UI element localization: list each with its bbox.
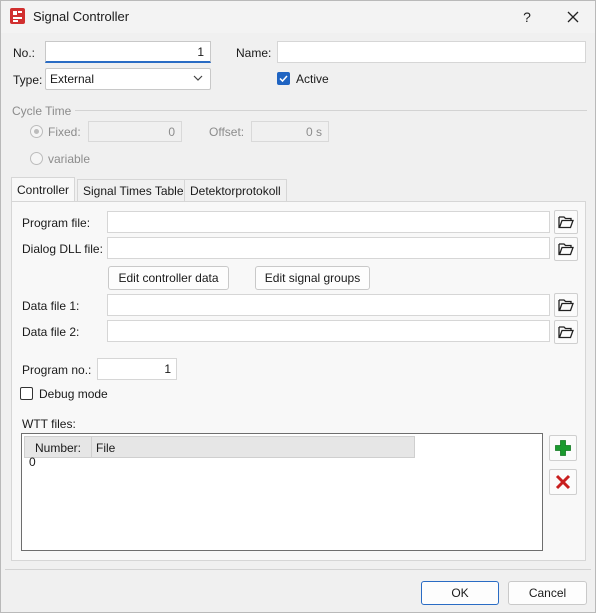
data-file1-browse-button[interactable] bbox=[554, 293, 578, 317]
folder-open-icon bbox=[558, 216, 574, 229]
program-no-value: 1 bbox=[164, 362, 171, 376]
wtt-column-file-label: File bbox=[96, 441, 116, 455]
program-file-browse-button[interactable] bbox=[554, 210, 578, 234]
data-file2-label: Data file 2: bbox=[22, 325, 80, 339]
edit-signal-groups-button[interactable]: Edit signal groups bbox=[255, 266, 370, 290]
offset-field[interactable]: 0 s bbox=[251, 121, 329, 142]
checkmark-icon bbox=[279, 75, 288, 83]
fixed-label: Fixed: bbox=[48, 125, 81, 139]
program-no-label: Program no.: bbox=[22, 363, 92, 377]
signal-controller-dialog: Signal Controller ? No.: 1 Name: Type: E… bbox=[0, 0, 596, 613]
tab-controller[interactable]: Controller bbox=[11, 177, 76, 201]
program-file-field[interactable] bbox=[107, 211, 550, 233]
data-file2-field[interactable] bbox=[107, 320, 550, 342]
data-file1-label: Data file 1: bbox=[22, 299, 80, 313]
type-select[interactable]: External bbox=[45, 68, 211, 90]
wtt-column-number[interactable]: Number: 0 bbox=[24, 436, 92, 469]
ok-button[interactable]: OK bbox=[421, 581, 499, 605]
wtt-files-list[interactable]: Number: 0 File bbox=[21, 433, 543, 551]
close-icon bbox=[567, 11, 579, 23]
dialog-dll-browse-button[interactable] bbox=[554, 237, 578, 261]
type-selected-value: External bbox=[50, 72, 95, 86]
add-wtt-file-button[interactable] bbox=[549, 435, 577, 461]
edit-controller-data-label: Edit controller data bbox=[118, 271, 219, 285]
tab-signal-times-table-label: Signal Times Table bbox=[83, 184, 184, 198]
fixed-radio[interactable] bbox=[30, 125, 43, 138]
active-label: Active bbox=[296, 72, 329, 86]
program-no-field[interactable]: 1 bbox=[97, 358, 177, 380]
title-bar: Signal Controller ? bbox=[1, 1, 595, 33]
wtt-column-number-label: Number: 0 bbox=[29, 441, 82, 469]
chevron-down-icon bbox=[193, 75, 203, 81]
folder-open-icon bbox=[558, 326, 574, 339]
plus-icon bbox=[555, 440, 571, 456]
folder-open-icon bbox=[558, 243, 574, 256]
no-value: 1 bbox=[197, 45, 204, 59]
cancel-label: Cancel bbox=[528, 586, 567, 600]
help-button[interactable]: ? bbox=[507, 1, 547, 33]
debug-mode-checkbox[interactable] bbox=[20, 387, 33, 400]
tab-signal-times-table[interactable]: Signal Times Table bbox=[77, 179, 190, 201]
data-file2-browse-button[interactable] bbox=[554, 320, 578, 344]
wtt-files-label: WTT files: bbox=[22, 417, 76, 431]
cycle-time-label: Cycle Time bbox=[12, 104, 72, 118]
type-label: Type: bbox=[13, 73, 43, 87]
edit-signal-groups-label: Edit signal groups bbox=[264, 271, 361, 285]
window-title: Signal Controller bbox=[33, 9, 130, 24]
dialog-dll-field[interactable] bbox=[107, 237, 550, 259]
edit-controller-data-button[interactable]: Edit controller data bbox=[108, 266, 229, 290]
ok-label: OK bbox=[451, 586, 469, 600]
dialog-dll-label: Dialog DLL file: bbox=[22, 242, 103, 256]
cycle-time-separator bbox=[75, 110, 587, 111]
debug-mode-label: Debug mode bbox=[39, 387, 108, 401]
fixed-value: 0 bbox=[168, 125, 175, 139]
delete-x-icon bbox=[555, 474, 571, 490]
cancel-button[interactable]: Cancel bbox=[508, 581, 587, 605]
footer-separator bbox=[5, 569, 591, 570]
data-file1-field[interactable] bbox=[107, 294, 550, 316]
variable-radio[interactable] bbox=[30, 152, 43, 165]
offset-value: 0 s bbox=[305, 125, 322, 139]
folder-open-icon bbox=[558, 299, 574, 312]
tab-controller-label: Controller bbox=[17, 183, 70, 197]
name-field[interactable] bbox=[277, 41, 586, 63]
wtt-column-file[interactable]: File bbox=[91, 436, 415, 458]
active-checkbox[interactable] bbox=[277, 72, 290, 85]
variable-label: variable bbox=[48, 152, 91, 166]
no-field[interactable]: 1 bbox=[45, 41, 211, 63]
program-file-label: Program file: bbox=[22, 216, 91, 230]
no-label: No.: bbox=[13, 46, 36, 60]
close-button[interactable] bbox=[553, 1, 593, 33]
tab-detektorprotokoll[interactable]: Detektorprotokoll bbox=[184, 179, 287, 201]
app-icon bbox=[10, 8, 25, 24]
help-icon: ? bbox=[523, 9, 531, 25]
name-label: Name: bbox=[236, 46, 272, 60]
remove-wtt-file-button[interactable] bbox=[549, 469, 577, 495]
offset-label: Offset: bbox=[209, 125, 245, 139]
tab-detektorprotokoll-label: Detektorprotokoll bbox=[190, 184, 281, 198]
fixed-field[interactable]: 0 bbox=[88, 121, 182, 142]
